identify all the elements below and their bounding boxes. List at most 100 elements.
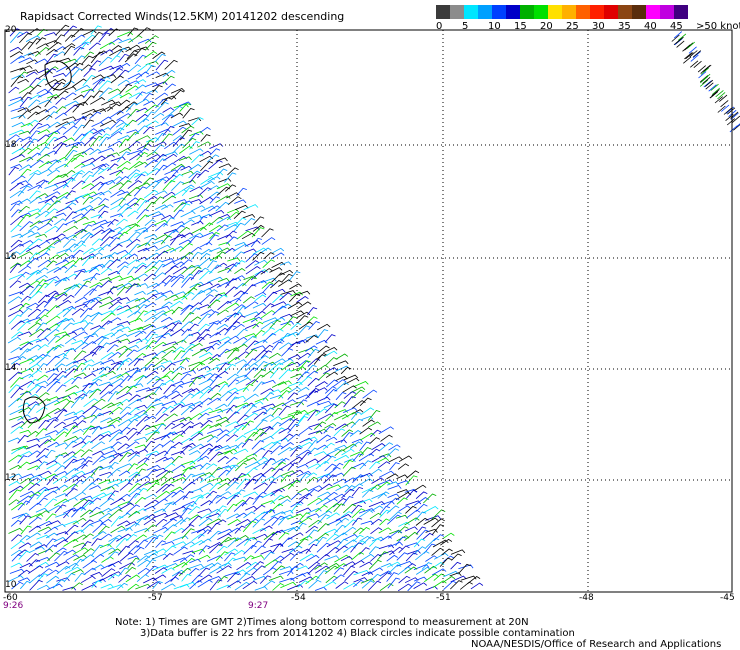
wind-barb [178,123,192,127]
wind-barb [135,387,152,393]
wind-barb [161,541,175,546]
wind-barb [62,294,75,302]
wind-barb [206,322,218,332]
wind-barb [189,404,203,413]
wind-barb [151,350,166,360]
wind-barb [720,100,729,108]
wind-barb [44,184,59,189]
wind-barb [335,545,348,554]
wind-barb [272,247,285,254]
wind-barb [287,392,298,400]
wind-barb [46,569,60,577]
wind-barb [325,371,338,378]
wind-barb [70,154,84,163]
wind-barb [128,277,141,283]
wind-barb [226,373,239,381]
wind-barb [161,400,177,406]
wind-barb [27,430,39,438]
wind-barb [199,482,214,490]
wind-barb [152,178,167,189]
wind-barb [164,265,179,275]
wind-barb [81,233,95,245]
wind-barb [197,455,210,462]
wind-barb [27,401,40,407]
wind-barb [153,526,169,534]
wind-barb [19,247,32,256]
wind-barb [172,339,187,346]
wind-barb [217,391,232,401]
wind-barb [47,441,60,448]
wind-barb [425,537,440,549]
wind-barb [254,586,268,591]
wind-barb [296,296,309,303]
wind-barb [35,385,46,394]
wind-barb [287,541,300,548]
wind-barb [324,455,336,465]
wind-barb [252,407,268,413]
wind-barb [269,319,281,329]
wind-barb [134,497,146,505]
wind-barb [54,135,68,142]
wind-barb [314,381,328,388]
wind-barb [88,42,101,51]
wind-barb [362,419,375,427]
wind-barb [178,226,191,234]
wind-barb [359,547,370,555]
wind-barb [65,92,77,99]
wind-barb [110,516,124,527]
wind-barb [359,460,372,470]
wind-barb [191,226,207,234]
lon-label-51: -51 [436,593,451,603]
wind-barb [343,561,356,567]
wind-barb [262,450,273,458]
wind-barb [91,580,102,588]
wind-barb [91,398,106,407]
wind-barb [107,584,124,590]
wind-barb [11,175,26,184]
wind-barb [73,94,85,101]
wind-barb [227,167,239,176]
wind-barb [144,534,159,541]
wind-barb [36,488,50,500]
wind-barb [198,365,211,372]
wind-barb [682,44,691,52]
wind-barb [234,199,247,204]
wind-barb [145,431,160,443]
wind-barb [343,582,358,590]
wind-barb [19,358,35,365]
wind-barb [241,497,254,507]
wind-barb [344,485,356,493]
wind-barb [90,571,103,577]
wind-barb [369,573,382,582]
wind-barb [226,236,238,245]
wind-barb [270,494,285,505]
wind-barb [206,414,223,420]
wind-barb [359,535,372,542]
wind-barb [287,341,301,350]
wind-barb [47,130,61,136]
wind-barb [98,296,113,303]
wind-barb [63,322,75,330]
lon-label-48: -48 [579,593,594,603]
wind-barb [10,320,25,330]
wind-barb [82,405,98,415]
wind-barb [245,561,260,570]
wind-barb [127,266,139,275]
wind-barb [227,580,242,588]
wind-barb [145,201,156,210]
wind-barb [28,502,42,511]
wind-barb [323,498,338,506]
wind-barb [225,391,239,401]
wind-barb [253,216,265,225]
wind-barb [279,483,294,490]
wind-barb [396,497,408,505]
lon-label-57: -57 [148,593,163,603]
wind-barb [54,212,67,218]
wind-barb [218,383,230,392]
wind-barb [432,580,447,588]
wind-barb [36,153,50,162]
wind-barb [378,470,395,478]
wind-barb [152,281,167,289]
wind-barb [359,561,373,568]
wind-barb [280,470,296,477]
